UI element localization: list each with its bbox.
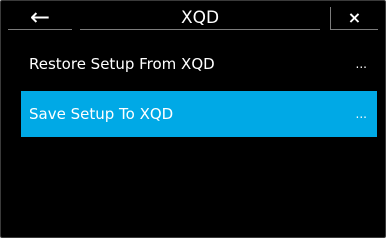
page-title: XQD <box>80 7 320 30</box>
screen: ← XQD × Restore Setup From XQD ... Save … <box>0 0 386 238</box>
menu-item-label: Save Setup To XQD <box>29 105 174 123</box>
menu-item-label: Restore Setup From XQD <box>29 55 215 73</box>
close-button[interactable]: × <box>330 7 378 30</box>
back-arrow-icon: ← <box>29 3 51 31</box>
close-icon: × <box>347 8 362 27</box>
title-bar: ← XQD × <box>1 1 385 35</box>
back-button[interactable]: ← <box>8 5 72 30</box>
menu-item-save-setup[interactable]: Save Setup To XQD ... <box>21 91 377 137</box>
menu-item-restore-setup[interactable]: Restore Setup From XQD ... <box>21 41 377 87</box>
more-icon: ... <box>355 107 367 121</box>
more-icon: ... <box>355 57 367 71</box>
